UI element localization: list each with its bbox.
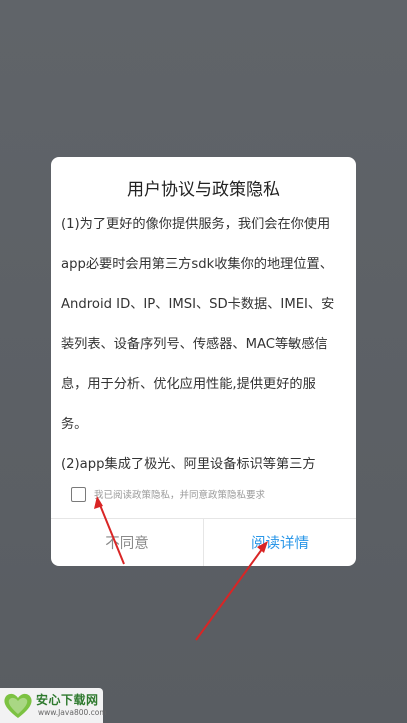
agreement-text-scroll[interactable]: (1)为了更好的像你提供服务，我们会在你使用 app必要时会用第三方sdk收集你… — [61, 205, 351, 475]
agreement-line: app必要时会用第三方sdk收集你的地理位置、 — [61, 257, 333, 272]
agreement-line: 务。 — [61, 417, 88, 432]
agreement-line: Android ID、IP、IMSI、SD卡数据、IMEI、安 — [61, 297, 335, 312]
agreement-line: 息，用于分析、优化应用性能,提供更好的服 — [61, 377, 316, 392]
read-details-button[interactable]: 阅读详情 — [204, 519, 356, 566]
watermark-title: 安心下载网 — [36, 693, 99, 707]
heart-logo-icon — [4, 693, 32, 718]
agreement-line: 装列表、设备序列号、传感器、MAC等敏感信 — [61, 337, 328, 352]
dialog-title: 用户协议与政策隐私 — [127, 180, 280, 200]
site-watermark: 安心下载网 www.Java800.com — [0, 688, 107, 723]
consent-label[interactable]: 我已阅读政策隐私，并同意政策隐私要求 — [94, 487, 265, 501]
agreement-line: (1)为了更好的像你提供服务，我们会在你使用 — [61, 217, 331, 232]
consent-checkbox[interactable] — [71, 486, 86, 502]
consent-row[interactable]: 我已阅读政策隐私，并同意政策隐私要求 — [71, 485, 265, 503]
disagree-button[interactable]: 不同意 — [51, 519, 203, 566]
agreement-line: (2)app集成了极光、阿里设备标识等第三方 — [61, 457, 316, 472]
watermark-url: www.Java800.com — [38, 708, 107, 717]
user-agreement-dialog: 用户协议与政策隐私 (1)为了更好的像你提供服务，我们会在你使用 app必要时会… — [51, 157, 356, 566]
